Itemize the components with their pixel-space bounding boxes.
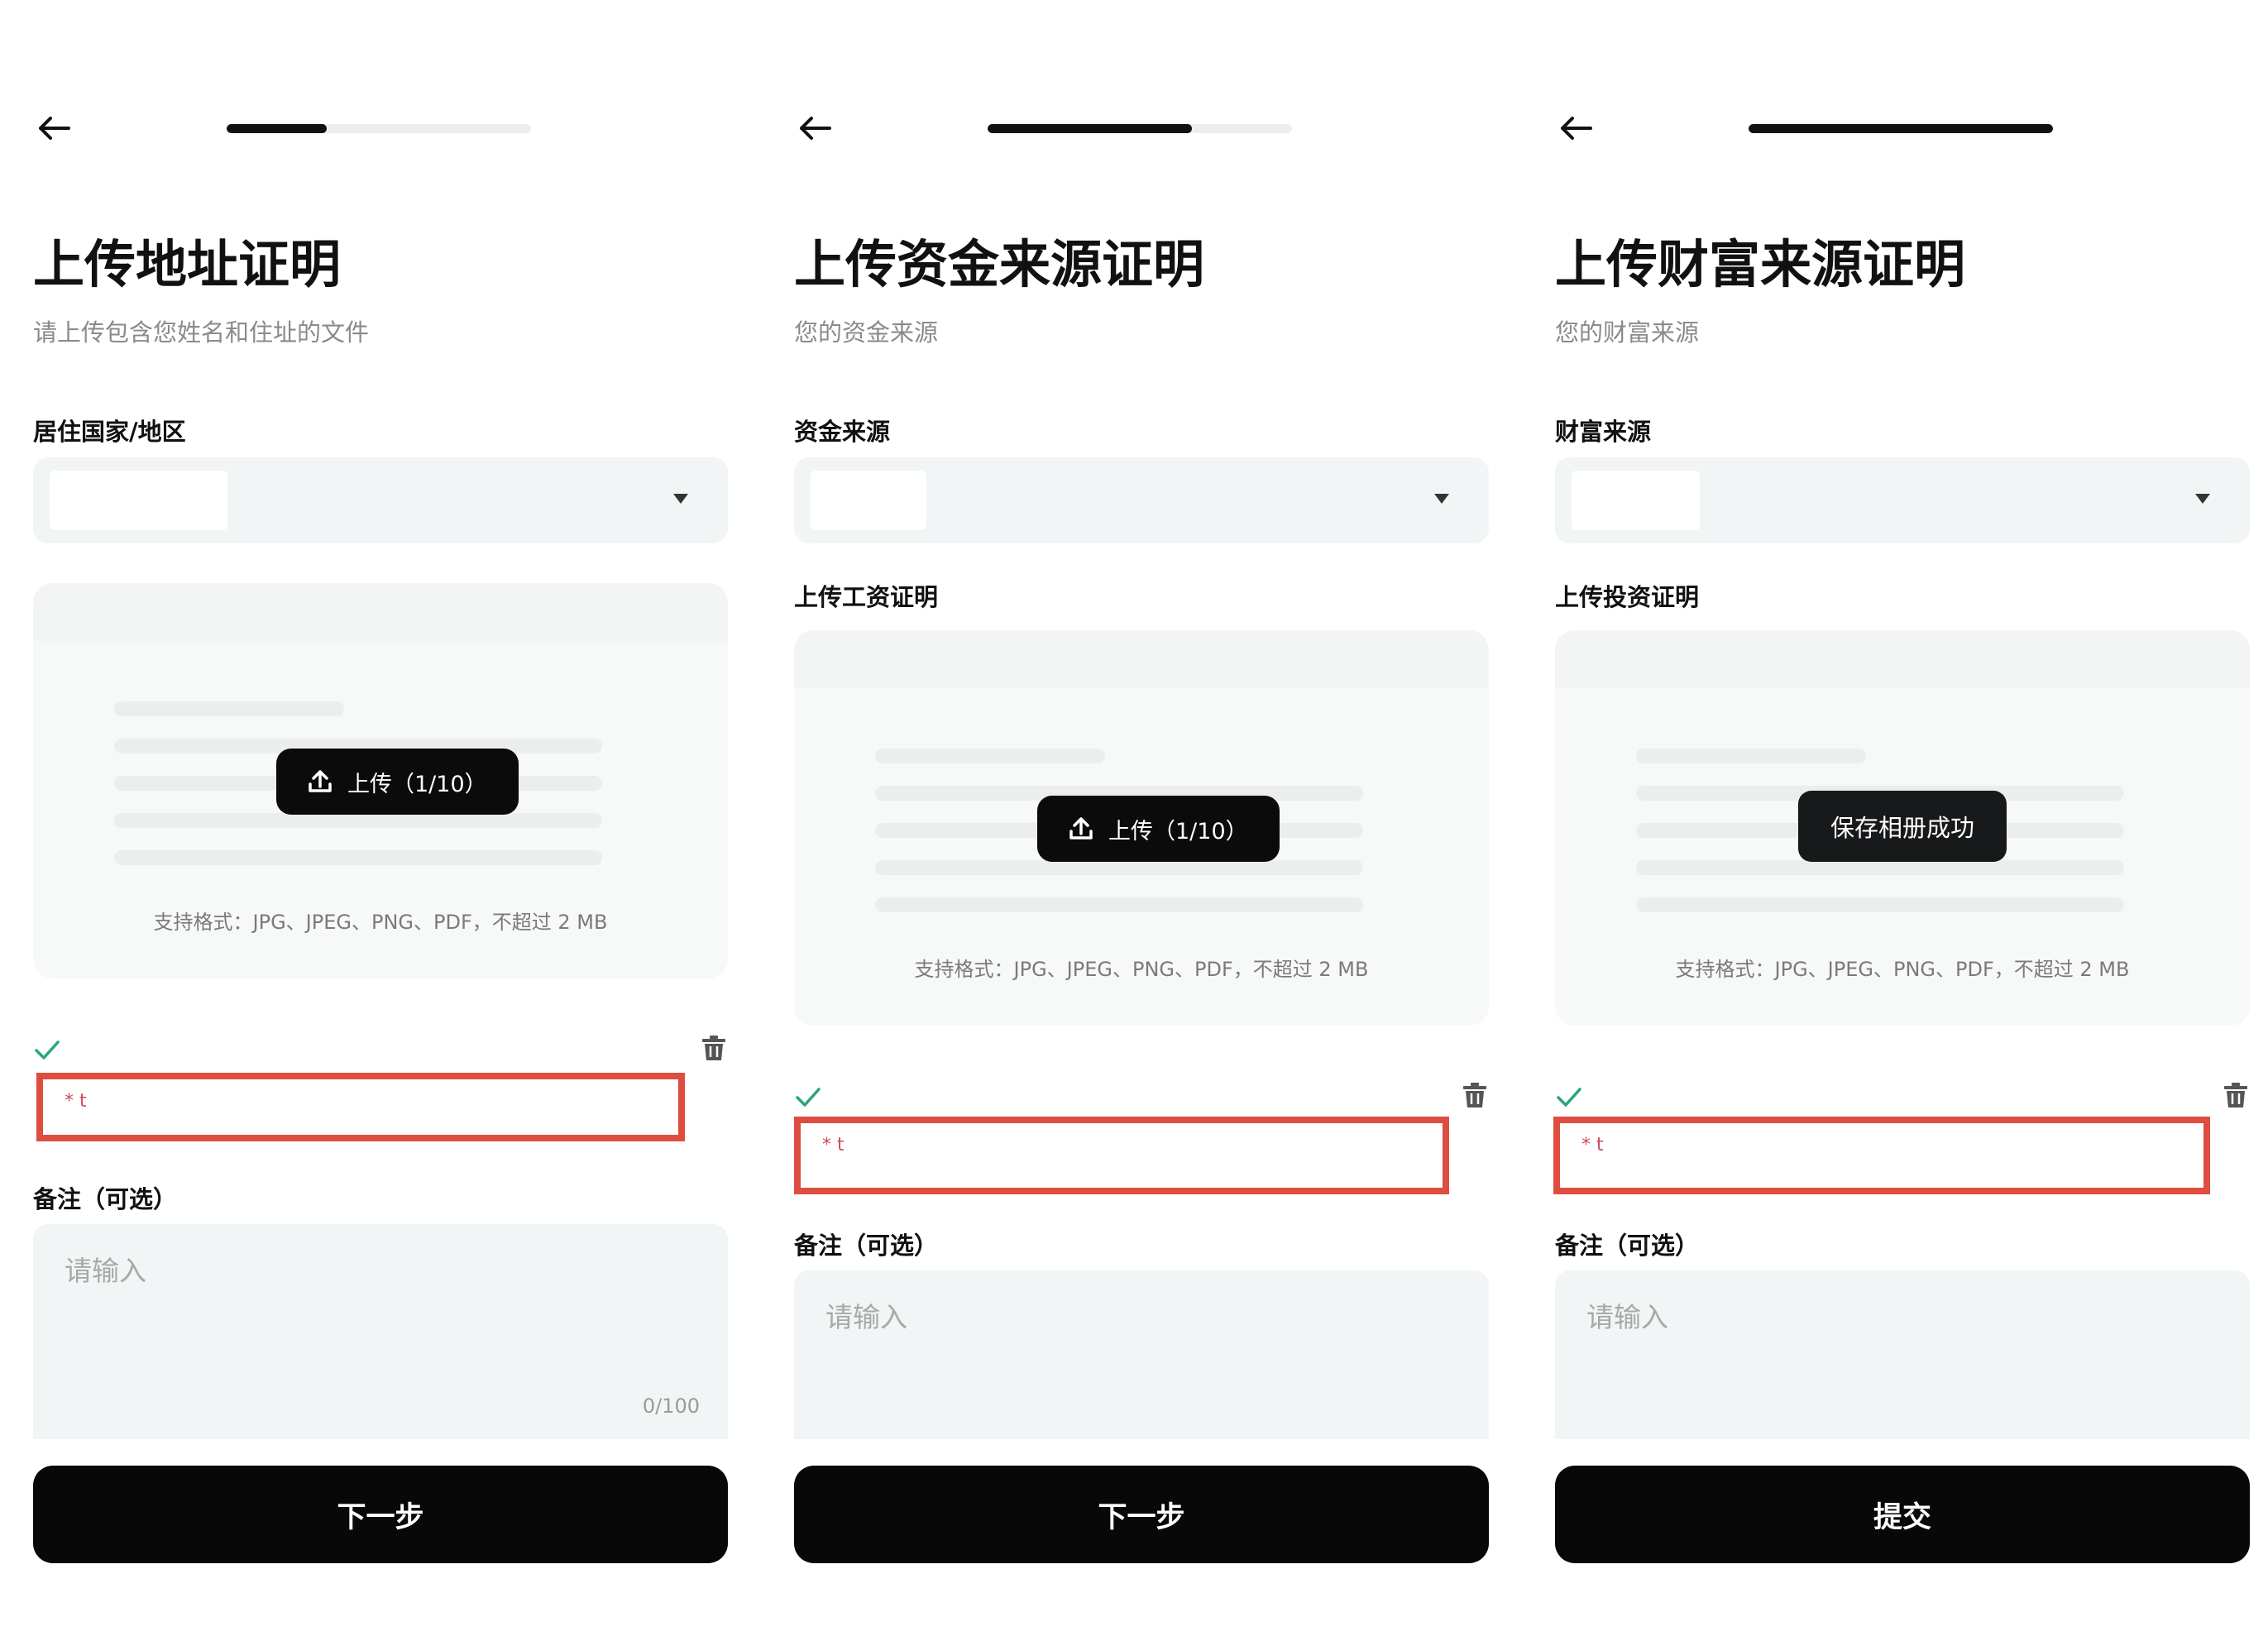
funds-source-label: 资金来源 (794, 418, 891, 446)
check-icon (35, 1040, 60, 1060)
notes-label: 备注（可选） (1555, 1232, 1700, 1260)
page-title: 上传资金来源证明 (794, 234, 1205, 294)
country-label: 居住国家/地区 (33, 418, 186, 446)
skeleton-line (875, 749, 1105, 763)
back-button[interactable] (794, 108, 835, 149)
page-title: 上传地址证明 (33, 234, 342, 294)
file-name-input-highlighted[interactable]: * t (794, 1117, 1449, 1194)
screen-address-proof: 上传地址证明 请上传包含您姓名和住址的文件 居住国家/地区 上传（1/10） 支… (0, 0, 728, 1636)
check-icon (1557, 1088, 1581, 1107)
skeleton-line (875, 897, 1363, 912)
upload-format-hint: 支持格式：JPG、JPEG、PNG、PDF，不超过 2 MB (1675, 958, 2130, 981)
upload-salary-label: 上传工资证明 (794, 583, 939, 611)
notes-input[interactable] (65, 1249, 693, 1390)
upload-format-hint: 支持格式：JPG、JPEG、PNG、PDF，不超过 2 MB (914, 958, 1369, 981)
arrow-left-icon (39, 117, 70, 140)
progress-bar (227, 124, 531, 133)
skeleton-line (1636, 897, 2124, 912)
arrow-left-icon (1561, 117, 1592, 140)
progress-bar (1749, 124, 2053, 133)
upload-icon (1069, 817, 1093, 840)
select-value-redacted (1572, 471, 1700, 530)
page-title: 上传财富来源证明 (1555, 234, 1966, 294)
upload-button[interactable]: 上传（1/10） (1037, 796, 1280, 862)
screen-wealth-source-proof: 上传财富来源证明 您的财富来源 财富来源 上传投资证明 保存相册成功 支持格式：… (1522, 0, 2250, 1636)
notes-field (1555, 1270, 2250, 1439)
upload-button-label: 上传（1/10） (347, 771, 487, 797)
next-button[interactable]: 下一步 (794, 1466, 1489, 1563)
upload-area[interactable]: 保存相册成功 支持格式：JPG、JPEG、PNG、PDF，不超过 2 MB (1555, 630, 2250, 1026)
wealth-source-select[interactable] (1555, 457, 2250, 543)
file-name-text: * t (65, 1091, 87, 1112)
trash-icon[interactable] (1461, 1081, 1489, 1109)
skeleton-line (875, 860, 1363, 875)
file-name-input-highlighted[interactable]: * t (1553, 1117, 2210, 1194)
progress-fill (988, 124, 1192, 133)
notes-field: 0/100 (33, 1224, 728, 1439)
progress-fill (227, 124, 328, 133)
caret-down-icon (1434, 494, 1449, 504)
wealth-source-label: 财富来源 (1555, 418, 1652, 446)
notes-label: 备注（可选） (794, 1232, 939, 1260)
select-value-redacted (50, 471, 227, 530)
upload-button[interactable]: 上传（1/10） (276, 749, 519, 815)
upload-area-header (1555, 630, 2250, 688)
page-subtitle: 请上传包含您姓名和住址的文件 (33, 318, 370, 347)
upload-area-header (33, 583, 728, 641)
next-button[interactable]: 下一步 (33, 1466, 728, 1563)
upload-investment-label: 上传投资证明 (1555, 583, 1700, 611)
upload-format-hint: 支持格式：JPG、JPEG、PNG、PDF，不超过 2 MB (153, 911, 608, 934)
notes-input[interactable] (1586, 1295, 2215, 1419)
upload-button-label: 上传（1/10） (1108, 818, 1248, 844)
caret-down-icon (673, 494, 688, 504)
submit-button[interactable]: 提交 (1555, 1466, 2250, 1563)
skeleton-line (1636, 860, 2124, 875)
trash-icon[interactable] (700, 1034, 728, 1062)
skeleton-line (114, 813, 602, 828)
arrow-left-icon (800, 117, 831, 140)
skeleton-line (114, 701, 344, 716)
page-subtitle: 您的财富来源 (1555, 318, 1700, 347)
upload-area[interactable]: 上传（1/10） 支持格式：JPG、JPEG、PNG、PDF，不超过 2 MB (794, 630, 1489, 1026)
caret-down-icon (2195, 494, 2210, 504)
screen-funds-source-proof: 上传资金来源证明 您的资金来源 资金来源 上传工资证明 上传（1/10） 支持格… (761, 0, 1489, 1636)
skeleton-line (1636, 749, 1866, 763)
funds-source-select[interactable] (794, 457, 1489, 543)
upload-area[interactable]: 上传（1/10） 支持格式：JPG、JPEG、PNG、PDF，不超过 2 MB (33, 583, 728, 978)
back-button[interactable] (1555, 108, 1596, 149)
upload-icon (308, 770, 333, 793)
skeleton-line (114, 850, 602, 865)
notes-label: 备注（可选） (33, 1185, 178, 1213)
notes-char-count: 0/100 (642, 1394, 700, 1418)
notes-input[interactable] (825, 1295, 1454, 1419)
country-select[interactable] (33, 457, 728, 543)
progress-fill (1749, 124, 2053, 133)
notes-field (794, 1270, 1489, 1439)
upload-area-header (794, 630, 1489, 688)
file-name-input-highlighted[interactable]: * t (36, 1073, 685, 1141)
toast-save-success: 保存相册成功 (1798, 791, 2007, 862)
check-icon (796, 1088, 821, 1107)
trash-icon[interactable] (2222, 1081, 2250, 1109)
page-subtitle: 您的资金来源 (794, 318, 939, 347)
file-name-text: * t (822, 1135, 845, 1155)
progress-bar (988, 124, 1292, 133)
file-name-text: * t (1581, 1135, 1604, 1155)
select-value-redacted (811, 471, 926, 530)
back-button[interactable] (33, 108, 74, 149)
